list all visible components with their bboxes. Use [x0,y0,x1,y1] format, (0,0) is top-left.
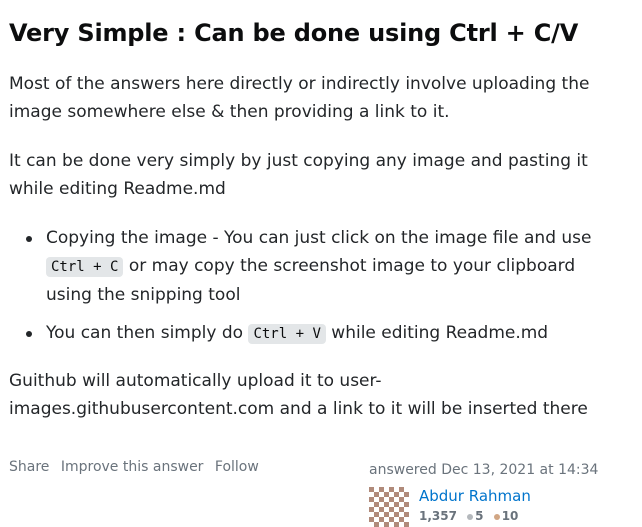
bronze-badge-count: 10 [501,509,519,523]
answered-label: answered [369,462,437,478]
bullet-text: or may copy the screenshot image to your… [46,256,576,305]
bullet-item-paste: You can then simply do Ctrl + V while ed… [9,319,619,348]
user-reputation: 1,357 5 10 [419,509,518,523]
share-link[interactable]: Share [9,459,49,475]
user-info: Abdur Rahman 1,357 5 10 [369,487,619,527]
answer-paragraph-2: It can be done very simply by just copyi… [9,151,588,199]
bullet-text: You can then simply do [46,323,249,343]
code-ctrl-v: Ctrl + V [248,324,326,344]
improve-answer-link[interactable]: Improve this answer [61,459,204,475]
user-name-link[interactable]: Abdur Rahman [419,487,531,505]
answer-paragraph-3: Guithub will automatically upload it to … [9,371,588,419]
silver-badge-icon [467,514,474,520]
silver-badge-count: 5 [475,509,484,523]
answered-time[interactable]: Dec 13, 2021 at 14:34 [441,462,598,478]
answer-heading: Very Simple : Can be done using Ctrl + C… [9,19,579,47]
code-ctrl-c: Ctrl + C [46,257,124,277]
follow-link[interactable]: Follow [215,459,259,475]
avatar[interactable] [369,487,409,527]
bullet-item-copy: Copying the image - You can just click o… [9,224,619,309]
bullet-text: while editing Readme.md [325,323,549,343]
answer-bullet-list: Copying the image - You can just click o… [9,224,619,348]
bronze-badge-icon [493,514,500,520]
reputation-score: 1,357 [419,509,457,523]
answered-timestamp: answered Dec 13, 2021 at 14:34 [369,462,619,478]
bullet-text: Copying the image - You can just click o… [46,228,592,248]
user-signature: answered Dec 13, 2021 at 14:34 Abdur Rah… [369,462,619,527]
answer-paragraph-1: Most of the answers here directly or ind… [9,74,590,122]
post-menu: Share Improve this answer Follow [9,459,266,475]
